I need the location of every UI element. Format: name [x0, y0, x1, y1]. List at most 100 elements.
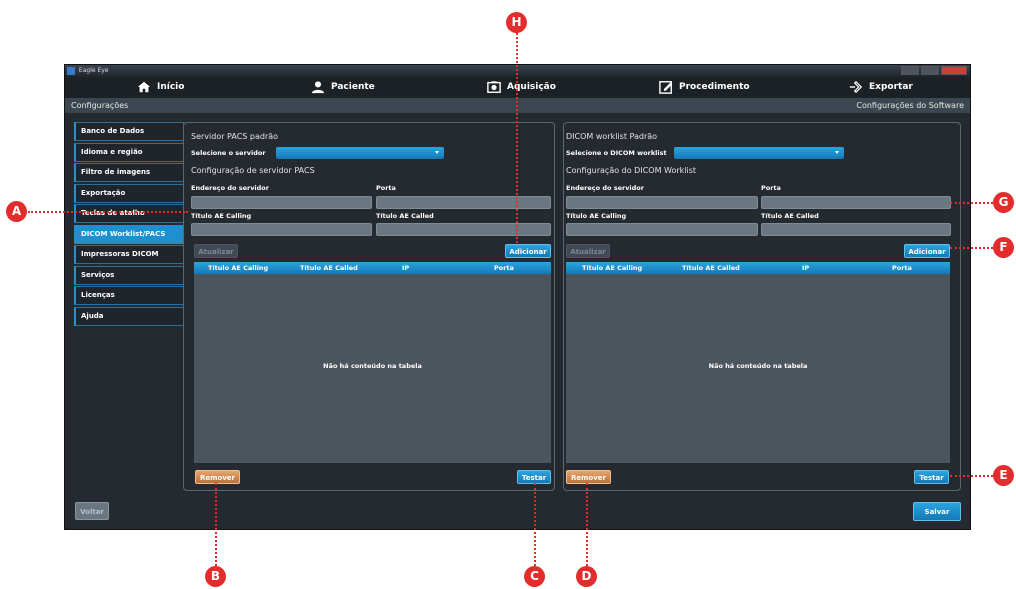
worklist-called-label: Título AE Called: [761, 212, 819, 220]
callout-a-line: [28, 211, 188, 213]
worklist-address-label: Endereço do servidor: [566, 184, 644, 192]
nav-procedimento[interactable]: Procedimento: [659, 80, 750, 94]
worklist-called-field[interactable]: [761, 223, 951, 236]
camera-icon: [487, 81, 501, 93]
callout-e-line: [950, 475, 993, 477]
pacs-col-port[interactable]: Porta: [494, 264, 514, 272]
worklist-test-button[interactable]: Testar: [914, 470, 949, 484]
callout-e: E: [993, 465, 1014, 486]
pacs-table: Título AE Calling Título AE Called IP Po…: [194, 262, 551, 463]
user-icon: [311, 81, 325, 94]
page-title: Configurações: [71, 101, 129, 110]
pacs-port-label: Porta: [376, 184, 396, 192]
window-controls: [901, 66, 967, 75]
pacs-test-button[interactable]: Testar: [517, 470, 551, 484]
worklist-config-title: Configuração do DICOM Worklist: [566, 166, 697, 175]
worklist-col-ip[interactable]: IP: [802, 264, 809, 272]
nav-inicio[interactable]: Início: [137, 80, 184, 94]
back-button[interactable]: Voltar: [75, 502, 109, 520]
callout-c: C: [524, 566, 545, 587]
callout-b-line: [215, 483, 217, 566]
worklist-address-field[interactable]: [566, 196, 758, 209]
sidebar-item-idioma[interactable]: Idioma e região: [74, 142, 184, 162]
callout-g: G: [993, 192, 1014, 213]
nav-aquisicao[interactable]: Aquisição: [487, 80, 556, 94]
nav-paciente[interactable]: Paciente: [311, 80, 375, 94]
pacs-empty-message: Não há conteúdo na tabela: [323, 362, 422, 370]
sidebar-item-servicos[interactable]: Serviços: [74, 265, 184, 285]
save-button[interactable]: Salvar: [913, 502, 961, 521]
worklist-title: DICOM worklist Padrão: [566, 132, 658, 141]
callout-d-line: [586, 483, 588, 566]
callout-a: A: [6, 201, 27, 222]
nav-procedimento-label: Procedimento: [679, 82, 750, 92]
worklist-col-calling[interactable]: Título AE Calling: [582, 264, 642, 272]
nav-exportar[interactable]: Exportar: [849, 80, 913, 94]
sidebar-item-filtro[interactable]: Filtro de imagens: [74, 163, 184, 182]
worklist-port-label: Porta: [761, 184, 781, 192]
sidebar-item-exportacao[interactable]: Exportação: [74, 183, 184, 203]
pacs-calling-field[interactable]: [191, 223, 372, 236]
window-title: Eagle Eye: [78, 67, 109, 74]
worklist-calling-field[interactable]: [566, 223, 758, 236]
worklist-calling-label: Título AE Calling: [566, 212, 627, 220]
page-subtitle: Configurações do Software: [856, 101, 964, 110]
pacs-remove-button[interactable]: Remover: [195, 470, 240, 484]
worklist-col-port[interactable]: Porta: [892, 264, 912, 272]
sidebar-item-licencas[interactable]: Licenças: [74, 286, 184, 305]
pacs-add-button[interactable]: Adicionar: [505, 244, 551, 258]
pacs-col-ip[interactable]: IP: [402, 264, 409, 272]
maximize-button[interactable]: [921, 66, 939, 75]
pacs-server-select[interactable]: [276, 147, 444, 159]
chevron-down-icon: [835, 151, 839, 154]
worklist-select[interactable]: [674, 147, 844, 159]
nav-exportar-label: Exportar: [869, 82, 913, 92]
callout-d: D: [576, 566, 597, 587]
nav-inicio-label: Início: [157, 82, 185, 92]
pacs-address-label: Endereço do servidor: [191, 184, 269, 192]
sidebar-item-dicom-worklist-pacs[interactable]: DICOM Worklist/PACS: [74, 224, 184, 244]
callout-f: F: [993, 237, 1014, 258]
worklist-table: Título AE Calling Título AE Called IP Po…: [566, 262, 950, 463]
nav-paciente-label: Paciente: [331, 82, 375, 92]
worklist-add-button[interactable]: Adicionar: [904, 244, 950, 258]
callout-g-line: [950, 202, 993, 204]
pacs-select-label: Selecione o servidor: [191, 149, 266, 157]
worklist-port-field[interactable]: [761, 196, 951, 209]
close-button[interactable]: [941, 66, 967, 75]
pacs-called-label: Título AE Called: [376, 212, 434, 220]
callout-h-line: [516, 33, 518, 243]
worklist-col-called[interactable]: Título AE Called: [682, 264, 740, 272]
callout-b: B: [205, 566, 226, 587]
worklist-remove-button[interactable]: Remover: [566, 470, 611, 484]
pacs-table-header: Título AE Calling Título AE Called IP Po…: [194, 262, 551, 274]
minimize-button[interactable]: [901, 66, 919, 75]
callout-c-line: [534, 483, 536, 566]
pacs-panel: Servidor PACS padrão Selecione o servido…: [183, 122, 555, 491]
pacs-col-called[interactable]: Título AE Called: [300, 264, 358, 272]
settings-sidebar: Banco de Dados Idioma e região Filtro de…: [74, 122, 184, 327]
pacs-called-field[interactable]: [376, 223, 551, 236]
callout-f-line: [950, 247, 993, 249]
nav-aquisicao-label: Aquisição: [507, 82, 556, 92]
edit-icon: [659, 81, 673, 94]
worklist-panel: DICOM worklist Padrão Selecione o DICOM …: [563, 122, 961, 491]
sidebar-item-impressoras[interactable]: Impressoras DICOM: [74, 245, 184, 264]
pacs-update-button[interactable]: Atualizar: [194, 244, 238, 258]
app-icon: [67, 66, 75, 75]
home-icon: [137, 81, 151, 93]
pacs-address-field[interactable]: [191, 196, 372, 209]
export-arrow-icon: [849, 80, 863, 94]
worklist-update-button[interactable]: Atualizar: [566, 244, 610, 258]
callout-h: H: [506, 12, 527, 33]
worklist-select-label: Selecione o DICOM worklist: [566, 149, 667, 157]
pacs-config-title: Configuração de servidor PACS: [191, 166, 315, 175]
sidebar-item-teclas[interactable]: Teclas de atalho: [74, 204, 184, 223]
pacs-calling-label: Título AE Calling: [191, 212, 252, 220]
worklist-empty-message: Não há conteúdo na tabela: [708, 362, 808, 370]
pacs-col-calling[interactable]: Título AE Calling: [208, 264, 268, 272]
pacs-port-field[interactable]: [376, 196, 551, 209]
sidebar-item-banco-de-dados[interactable]: Banco de Dados: [74, 122, 184, 141]
chevron-down-icon: [435, 151, 439, 154]
sidebar-item-ajuda[interactable]: Ajuda: [74, 306, 184, 326]
